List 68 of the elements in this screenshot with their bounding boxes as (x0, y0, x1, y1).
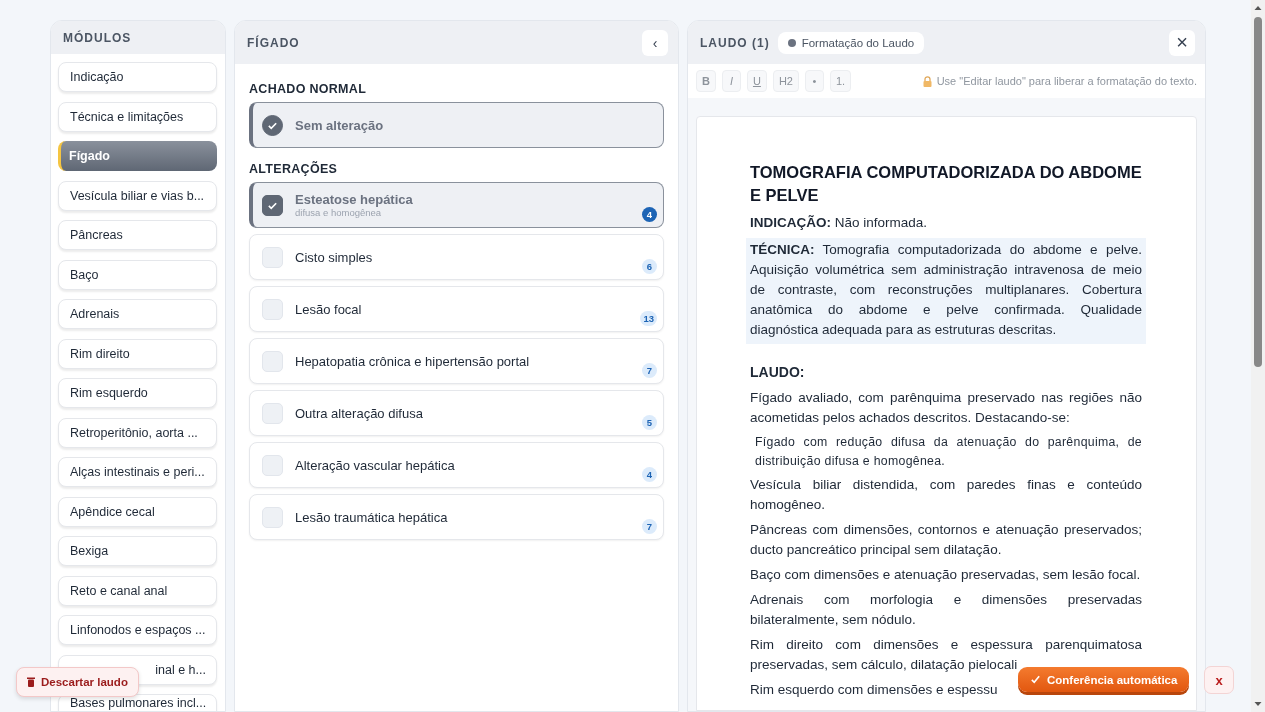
collapse-button[interactable]: ‹ (642, 29, 668, 56)
report-heading: LAUDO: (750, 364, 806, 380)
dismiss-button[interactable]: x (1204, 666, 1234, 694)
check-icon (1030, 674, 1041, 685)
panel-title: LAUDO (1) (700, 35, 770, 50)
count-badge: 4 (642, 207, 657, 222)
finding-option[interactable]: Hepatopatia crônica e hipertensão portal 7 (249, 338, 664, 384)
option-label: Sem alteração (295, 117, 384, 133)
scrollbar[interactable] (1251, 0, 1265, 712)
module-item[interactable]: Indicação (58, 62, 217, 92)
report-field: INDICAÇÃO: Não informada. (750, 213, 1142, 233)
report-paragraph: Rim esquerdo com dimensões e espessu (750, 681, 998, 699)
section-title: ALTERAÇÕES (249, 162, 339, 176)
finding-option[interactable]: Outra alteração difusa 5 (249, 390, 664, 436)
report-field: TÉCNICA: Tomografia computadorizada do abdome e pelve. Aquisição volumétrica sem administração intravenosa de meio de contraste, com reconstruções multiplanares. Cobertura anatômica do abdome e pelve confirmada. Qualidade diagnóstica adequada para as estruturas descritas. (746, 238, 1146, 344)
count-badge: 4 (642, 467, 657, 482)
check-circle[interactable] (262, 114, 283, 136)
option-label: Lesão traumática hepática (295, 509, 448, 525)
option-label: Cisto simples (295, 249, 373, 265)
close-button[interactable]: × (1169, 29, 1195, 56)
count-badge: 13 (640, 311, 657, 326)
panel-title: MÓDULOS (63, 30, 132, 45)
module-item[interactable]: Alças intestinais e peri... (58, 457, 217, 487)
count-badge: 5 (642, 415, 657, 430)
discard-button[interactable]: Descartar laudo (16, 667, 139, 697)
module-item[interactable]: Bexiga (58, 536, 217, 566)
module-item[interactable]: Técnica e limitações (58, 101, 217, 132)
hint-text: Use "Editar laudo" para liberar a formatação do texto. (936, 75, 1197, 87)
option-label: Outra alteração difusa (295, 405, 423, 421)
finding-option[interactable]: Cisto simples 6 (249, 234, 664, 280)
trash-icon (27, 677, 35, 687)
module-item[interactable]: Linfonodos e espaços ... (58, 615, 217, 645)
report-title: TOMOGRAFIA COMPUTADORIZADA DO ABDOME E PELVE (750, 162, 1142, 206)
option-label: Lesão focal (295, 301, 362, 317)
report-paragraph: Vesícula biliar distendida, com paredes finas e conteúdo homogêneo. (750, 476, 1142, 514)
module-item[interactable]: Rim direito (58, 338, 217, 369)
report-quote: Fígado com redução difusa da atenuação do parênquima, de distribuição difusa e homogênea. (755, 434, 1142, 470)
module-item[interactable]: Vesícula biliar e vias b... (58, 180, 217, 211)
section-title: ACHADO NORMAL (249, 82, 368, 96)
finding-option[interactable]: Lesão focal 13 (249, 286, 664, 332)
module-item[interactable]: Retroperitônio, aorta ... (58, 417, 217, 448)
module-item[interactable]: Adrenais (58, 299, 217, 329)
format-tab[interactable]: Formatação do Laudo (777, 31, 925, 54)
option-label: Esteatose hepática (295, 192, 413, 207)
module-item[interactable]: Baço (58, 259, 217, 290)
option-label: Hepatopatia crônica e hipertensão portal (295, 353, 530, 369)
report-paragraph: Baço com dimensões e atenuação preservadas, sem lesão focal. (750, 566, 1142, 584)
module-item[interactable]: Pâncreas (58, 220, 217, 250)
finding-option[interactable]: Lesão traumática hepática 7 (249, 494, 664, 540)
option-detail: difusa e homogênea (295, 207, 383, 218)
report-paragraph: Pâncreas com dimensões, contornos e atenuação preservados; ducto pancreático principal sem dilatação. (750, 521, 1142, 559)
lock-icon (922, 75, 932, 87)
count-badge: 7 (642, 363, 657, 378)
report-paragraph: Adrenais com morfologia e dimensões preservadas bilateralmente, sem nódulo. (750, 591, 1142, 629)
count-badge: 7 (642, 519, 657, 534)
report-paragraph: Fígado avaliado, com parênquima preservado nas regiões não acometidas pelos achados descritos. Destacando-se: (750, 389, 1142, 427)
module-item[interactable]: Reto e canal anal (58, 575, 217, 606)
module-item[interactable]: Fígado (58, 141, 217, 171)
module-item[interactable]: Rim esquerdo (58, 378, 217, 408)
module-item[interactable]: Apêndice cecal (58, 496, 217, 527)
checkbox[interactable] (262, 194, 283, 216)
option-label: Alteração vascular hepática (295, 457, 455, 473)
panel-title: FÍGADO (247, 35, 300, 50)
count-badge: 6 (642, 259, 657, 274)
finding-option[interactable]: Esteatose hepática difusa e homogênea 4 (249, 182, 664, 228)
module-item[interactable]: inal e h... (155, 662, 206, 677)
finding-option[interactable]: Alteração vascular hepática 4 (249, 442, 664, 488)
finding-option[interactable]: Sem alteração (249, 102, 664, 148)
